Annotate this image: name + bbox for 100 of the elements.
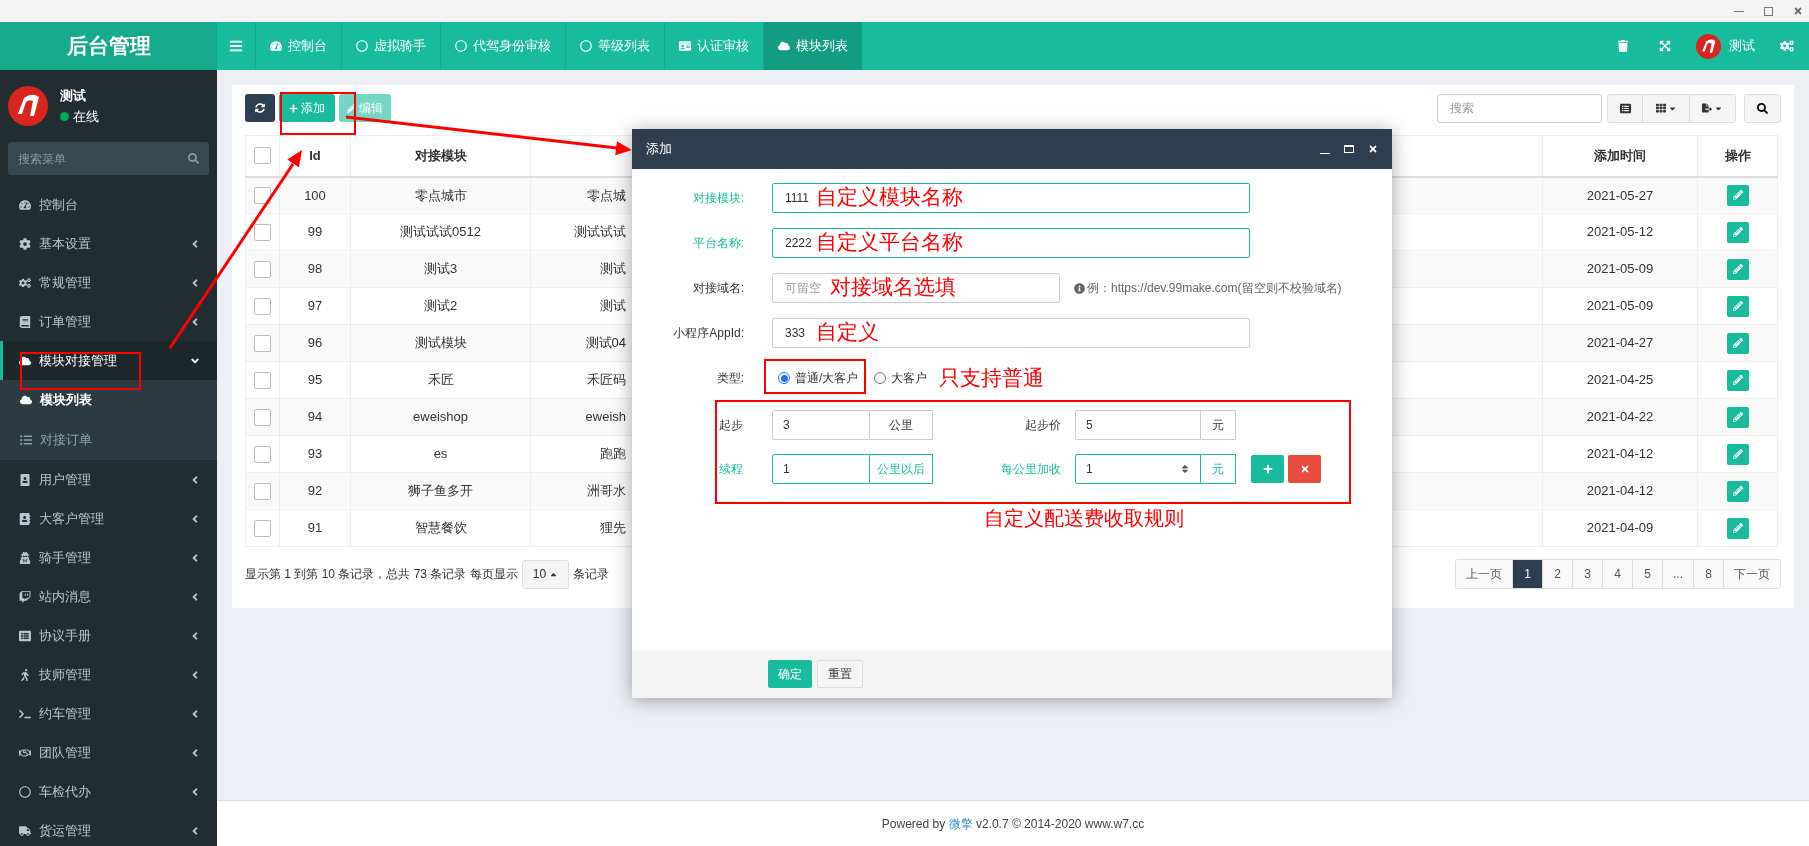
page-size-dropdown[interactable]: 10 [521, 559, 570, 589]
restore-icon[interactable] [1344, 145, 1354, 153]
close-icon [1299, 464, 1310, 474]
checkbox[interactable] [254, 408, 271, 426]
search-icon [188, 153, 199, 164]
input-field[interactable]: 3 [772, 410, 870, 440]
page-link[interactable]: 2 [1542, 560, 1572, 588]
table-cell: 洲哥水 [587, 483, 626, 499]
field-label: 小程序AppId: [672, 325, 744, 342]
search-placeholder: 搜索 [1450, 100, 1474, 117]
info-icon [1074, 282, 1085, 294]
page-link[interactable]: 4 [1602, 560, 1632, 588]
table-cell: 93 [307, 446, 323, 462]
checkbox[interactable] [254, 297, 271, 315]
checkbox[interactable] [254, 334, 271, 352]
menu-item[interactable]: 订单管理 [0, 302, 217, 341]
page-link[interactable]: 8 [1693, 560, 1723, 588]
table-cell: 测试3 [423, 261, 458, 277]
menu-item[interactable]: 团队管理 [0, 733, 217, 772]
add-rule-button[interactable] [1251, 455, 1284, 483]
menu-item[interactable]: 协议手册 [0, 616, 217, 655]
footer-link[interactable]: 微擎 [948, 816, 973, 831]
column-header[interactable]: 添加时间 [1594, 148, 1646, 163]
edit-button[interactable] [1726, 295, 1749, 317]
spinner-icon [1180, 464, 1190, 474]
page-link[interactable]: 上一页 [1456, 560, 1512, 588]
menu-item[interactable]: 车检代办 [0, 772, 217, 811]
page-link[interactable]: 5 [1632, 560, 1662, 588]
unit-label: 元 [1201, 454, 1236, 484]
table-cell: 2021-05-09 [1586, 298, 1654, 314]
table-cell: eweish [585, 409, 626, 425]
table-cell: 测试 [600, 298, 626, 314]
field-label: 对接域名: [691, 280, 744, 297]
id-card-icon [679, 40, 691, 52]
edit-button[interactable] [1726, 332, 1749, 354]
submenu-item[interactable]: 模块列表 [0, 380, 217, 420]
page-link[interactable]: 下一页 [1723, 560, 1780, 588]
remove-rule-button[interactable] [1288, 455, 1321, 483]
checkbox[interactable] [254, 445, 271, 463]
submenu-item[interactable]: 对接订单 [0, 420, 217, 460]
menu-item[interactable]: 基本设置 [0, 224, 217, 263]
edit-button[interactable] [1726, 480, 1749, 502]
pencil-icon [1732, 338, 1743, 348]
column-header[interactable]: Id [309, 148, 321, 163]
list-icon [1619, 102, 1631, 114]
checkbox[interactable] [254, 482, 271, 500]
menu-item[interactable]: 骑手管理 [0, 538, 217, 577]
cloud-icon [778, 40, 790, 52]
table-cell: 2021-04-09 [1586, 520, 1654, 536]
input-field[interactable]: 1 [772, 454, 870, 484]
table-cell: 测试2 [423, 298, 458, 314]
menu-item[interactable]: 站内消息 [0, 577, 217, 616]
menu-item[interactable]: 大客户管理 [0, 499, 217, 538]
page-summary: 显示第 1 到第 10 条记录，总共 73 条记录 每页显示 [245, 566, 518, 583]
column-header[interactable]: 对接模块 [414, 148, 467, 163]
field-label: 每公里加收 [1000, 461, 1062, 478]
refresh-button[interactable] [245, 94, 275, 122]
user-status: 在线 [73, 108, 99, 126]
input-field[interactable]: 1 [1075, 454, 1201, 484]
maximize-icon[interactable] [1764, 6, 1773, 16]
column-header[interactable]: 操作 [1724, 148, 1751, 163]
menu-item[interactable]: 控制台 [0, 185, 217, 224]
close-icon[interactable] [1368, 144, 1378, 154]
field-label: 对接模块: [691, 190, 744, 207]
page-link[interactable]: 3 [1572, 560, 1602, 588]
checkbox[interactable] [254, 186, 271, 204]
menu-item[interactable]: 技师管理 [0, 655, 217, 694]
table-cell: 91 [307, 520, 323, 536]
menu-item[interactable]: 模块对接管理 [0, 341, 217, 380]
checkbox[interactable] [254, 519, 271, 537]
radio-label[interactable]: 大客户 [891, 369, 928, 387]
pencil-icon [1732, 523, 1743, 533]
table-cell: 2021-04-12 [1586, 483, 1654, 499]
checkbox[interactable] [254, 223, 271, 241]
page-link[interactable]: ... [1662, 560, 1693, 588]
menu-item[interactable]: 约车管理 [0, 694, 217, 733]
edit-button[interactable] [1726, 406, 1749, 428]
checkbox[interactable] [254, 147, 271, 165]
radio-label[interactable]: 普通/大客户 [795, 369, 859, 387]
gears-icon [19, 276, 31, 289]
table-cell: es [433, 446, 448, 462]
checkbox[interactable] [254, 260, 271, 278]
table-cell: 测试 [600, 261, 626, 277]
edit-button[interactable] [1726, 258, 1749, 280]
table-cell: 零点城市 [414, 187, 467, 203]
search-button[interactable] [1744, 93, 1781, 123]
page-link[interactable]: 1 [1512, 560, 1542, 588]
menu-item[interactable]: 用户管理 [0, 460, 217, 499]
checkbox[interactable] [254, 371, 271, 389]
input-field[interactable]: 5 [1075, 410, 1201, 440]
edit-button[interactable] [1726, 221, 1749, 243]
edit-button[interactable] [1726, 184, 1749, 206]
pencil-icon [1732, 264, 1743, 274]
menu-item[interactable]: 常规管理 [0, 263, 217, 302]
edit-button[interactable] [1726, 443, 1749, 465]
search-icon [1757, 102, 1768, 114]
menu-item[interactable]: 货运管理 [0, 811, 217, 846]
reset-button[interactable]: 重置 [817, 660, 863, 688]
edit-button[interactable] [1726, 517, 1749, 539]
edit-button[interactable] [1726, 369, 1749, 391]
